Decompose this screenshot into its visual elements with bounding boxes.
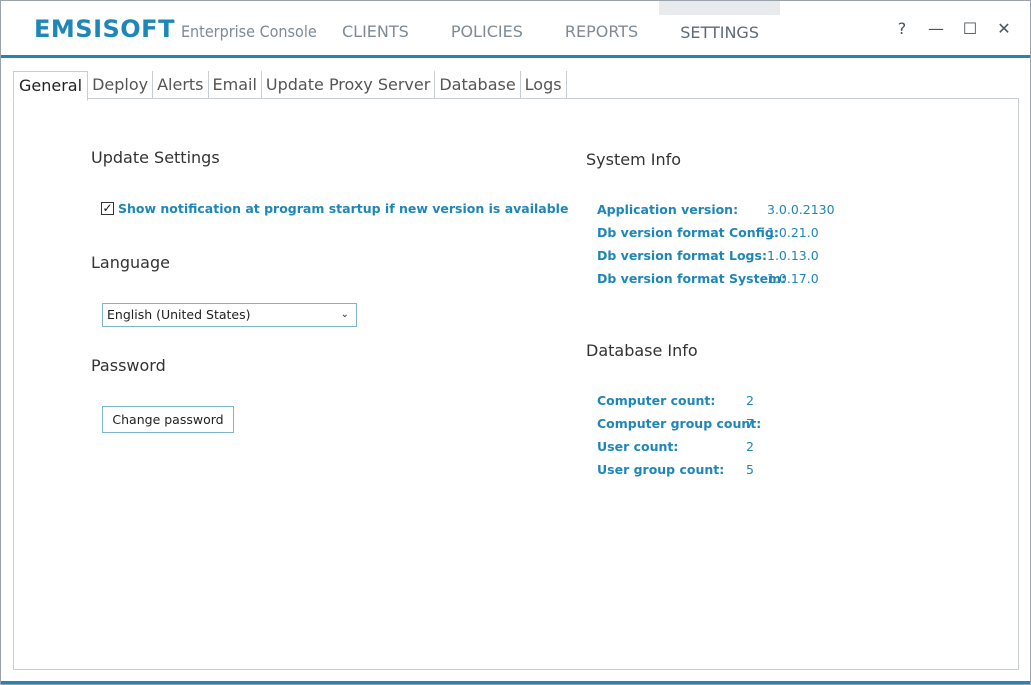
database-info-value: 7 <box>746 416 754 431</box>
language-title: Language <box>91 253 170 272</box>
system-info-value: 1.0.13.0 <box>767 248 819 263</box>
system-info-label: Db version format Config: <box>597 225 779 240</box>
database-info-value: 2 <box>746 393 754 408</box>
password-title: Password <box>91 356 166 375</box>
window-controls: ? — ☐ ✕ <box>892 19 1014 39</box>
maximize-icon[interactable]: ☐ <box>960 19 980 39</box>
system-info-row: Db version format Logs: <box>597 248 767 263</box>
database-info-label: Computer count: <box>597 393 716 408</box>
system-info-row: Db version format Config: <box>597 225 779 240</box>
tab-general[interactable]: General <box>13 71 89 101</box>
tab-logs[interactable]: Logs <box>521 71 567 99</box>
database-info-title: Database Info <box>586 341 698 360</box>
database-info-row: User count: <box>597 439 678 454</box>
chevron-down-icon: ⌄ <box>340 309 349 320</box>
footer-accent-line <box>1 681 1030 684</box>
system-info-row: Db version format System: <box>597 271 786 286</box>
help-icon[interactable]: ? <box>892 19 912 39</box>
database-info-label: User count: <box>597 439 679 454</box>
database-info-row: User group count: <box>597 462 724 477</box>
language-selected-value: English (United States) <box>107 307 251 322</box>
database-info-value: 5 <box>746 462 754 477</box>
system-info-value: 1.0.17.0 <box>767 271 819 286</box>
update-notification-checkbox[interactable]: ✓ <box>101 202 114 215</box>
header-accent-line <box>1 55 1030 58</box>
nav-settings[interactable]: SETTINGS <box>659 1 780 55</box>
language-select[interactable]: English (United States) ⌄ <box>102 303 357 327</box>
logo-product: Enterprise Console <box>180 22 317 41</box>
system-info-value: 3.0.0.2130 <box>767 202 835 217</box>
tab-database[interactable]: Database <box>435 71 521 99</box>
main-nav: CLIENTS POLICIES REPORTS SETTINGS <box>321 1 780 55</box>
tab-email[interactable]: Email <box>209 71 262 99</box>
update-notification-label[interactable]: Show notification at program startup if … <box>118 201 568 216</box>
nav-clients[interactable]: CLIENTS <box>321 1 430 55</box>
close-icon[interactable]: ✕ <box>994 19 1014 39</box>
tab-update-proxy-server[interactable]: Update Proxy Server <box>262 71 436 99</box>
database-info-value: 2 <box>746 439 754 454</box>
system-info-label: Db version format System: <box>597 271 787 286</box>
system-info-row: Application version: <box>597 202 738 217</box>
database-info-row: Computer count: <box>597 393 715 408</box>
tab-deploy[interactable]: Deploy <box>88 71 154 99</box>
settings-panel <box>13 98 1019 670</box>
system-info-label: Application version: <box>597 202 739 217</box>
update-notification-option[interactable]: ✓ Show notification at program startup i… <box>101 201 568 216</box>
title-bar: EMSISOFT Enterprise Console CLIENTS POLIC… <box>1 1 1030 55</box>
nav-reports[interactable]: REPORTS <box>544 1 659 55</box>
database-info-row: Computer group count: <box>597 416 761 431</box>
database-info-label: Computer group count: <box>597 416 762 431</box>
settings-subtabs: General Deploy Alerts Email Update Proxy… <box>13 71 567 101</box>
system-info-title: System Info <box>586 150 682 169</box>
nav-policies[interactable]: POLICIES <box>430 1 544 55</box>
change-password-button[interactable]: Change password <box>102 406 234 433</box>
database-info-label: User group count: <box>597 462 725 477</box>
app-logo: EMSISOFT Enterprise Console <box>34 15 317 43</box>
system-info-label: Db version format Logs: <box>597 248 767 263</box>
app-window: EMSISOFT Enterprise Console CLIENTS POLIC… <box>0 0 1031 685</box>
minimize-icon[interactable]: — <box>926 19 946 39</box>
tab-alerts[interactable]: Alerts <box>153 71 209 99</box>
logo-brand: EMSISOFT <box>34 15 175 43</box>
update-settings-title: Update Settings <box>91 148 220 167</box>
system-info-value: 1.0.21.0 <box>767 225 819 240</box>
